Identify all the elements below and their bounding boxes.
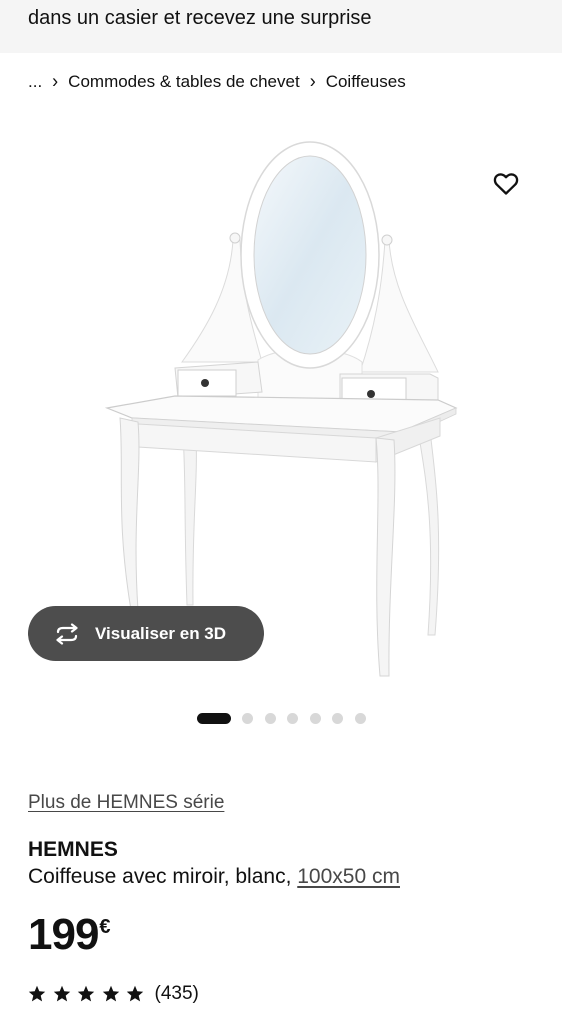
- breadcrumb-item-commodes[interactable]: Commodes & tables de chevet: [68, 72, 300, 92]
- rating-stars: [28, 985, 151, 1003]
- breadcrumb-item-coiffeuses[interactable]: Coiffeuses: [326, 72, 406, 92]
- carousel-dot[interactable]: [287, 712, 298, 724]
- star-icon: [126, 985, 144, 1002]
- carousel-dot[interactable]: [197, 712, 231, 724]
- review-count: (435): [154, 983, 199, 1004]
- promo-banner: dans un casier et recevez une surprise: [0, 0, 562, 53]
- view-3d-label: Visualiser en 3D: [95, 623, 227, 643]
- star-icon: [102, 985, 119, 1002]
- heart-outline-icon: [493, 173, 519, 195]
- product-rating[interactable]: (435): [28, 983, 199, 1005]
- product-price: 199 €: [28, 910, 111, 960]
- price-currency: €: [99, 916, 111, 938]
- breadcrumb-ellipsis[interactable]: ...: [28, 72, 42, 92]
- promo-text: dans un casier et recevez une surprise: [28, 7, 372, 29]
- chevron-right-icon: ›: [52, 69, 59, 92]
- carousel-dot[interactable]: [264, 712, 276, 724]
- product-description: Coiffeuse avec miroir, blanc, 100x50 cm: [28, 865, 400, 889]
- product-size-link[interactable]: 100x50 cm: [297, 865, 400, 888]
- star-icon: [77, 985, 95, 1002]
- image-carousel-indicator: [197, 712, 377, 724]
- product-description-text: Coiffeuse avec miroir, blanc,: [28, 865, 298, 888]
- series-link[interactable]: Plus de HEMNES série: [28, 792, 224, 814]
- carousel-dot[interactable]: [309, 712, 321, 724]
- star-icon: [28, 985, 46, 1002]
- carousel-dot[interactable]: [354, 712, 366, 724]
- product-name: HEMNES: [28, 838, 118, 861]
- star-icon: [53, 985, 70, 1002]
- price-amount: 199: [28, 910, 99, 959]
- view-3d-button[interactable]: Visualiser en 3D: [28, 606, 264, 661]
- favorite-button[interactable]: [490, 168, 522, 200]
- chevron-right-icon: ›: [309, 69, 316, 92]
- rotate-3d-icon: [52, 622, 82, 645]
- carousel-dot[interactable]: [242, 712, 253, 724]
- breadcrumb: ... › Commodes & tables de chevet › Coif…: [28, 69, 406, 92]
- carousel-dot[interactable]: [332, 712, 343, 724]
